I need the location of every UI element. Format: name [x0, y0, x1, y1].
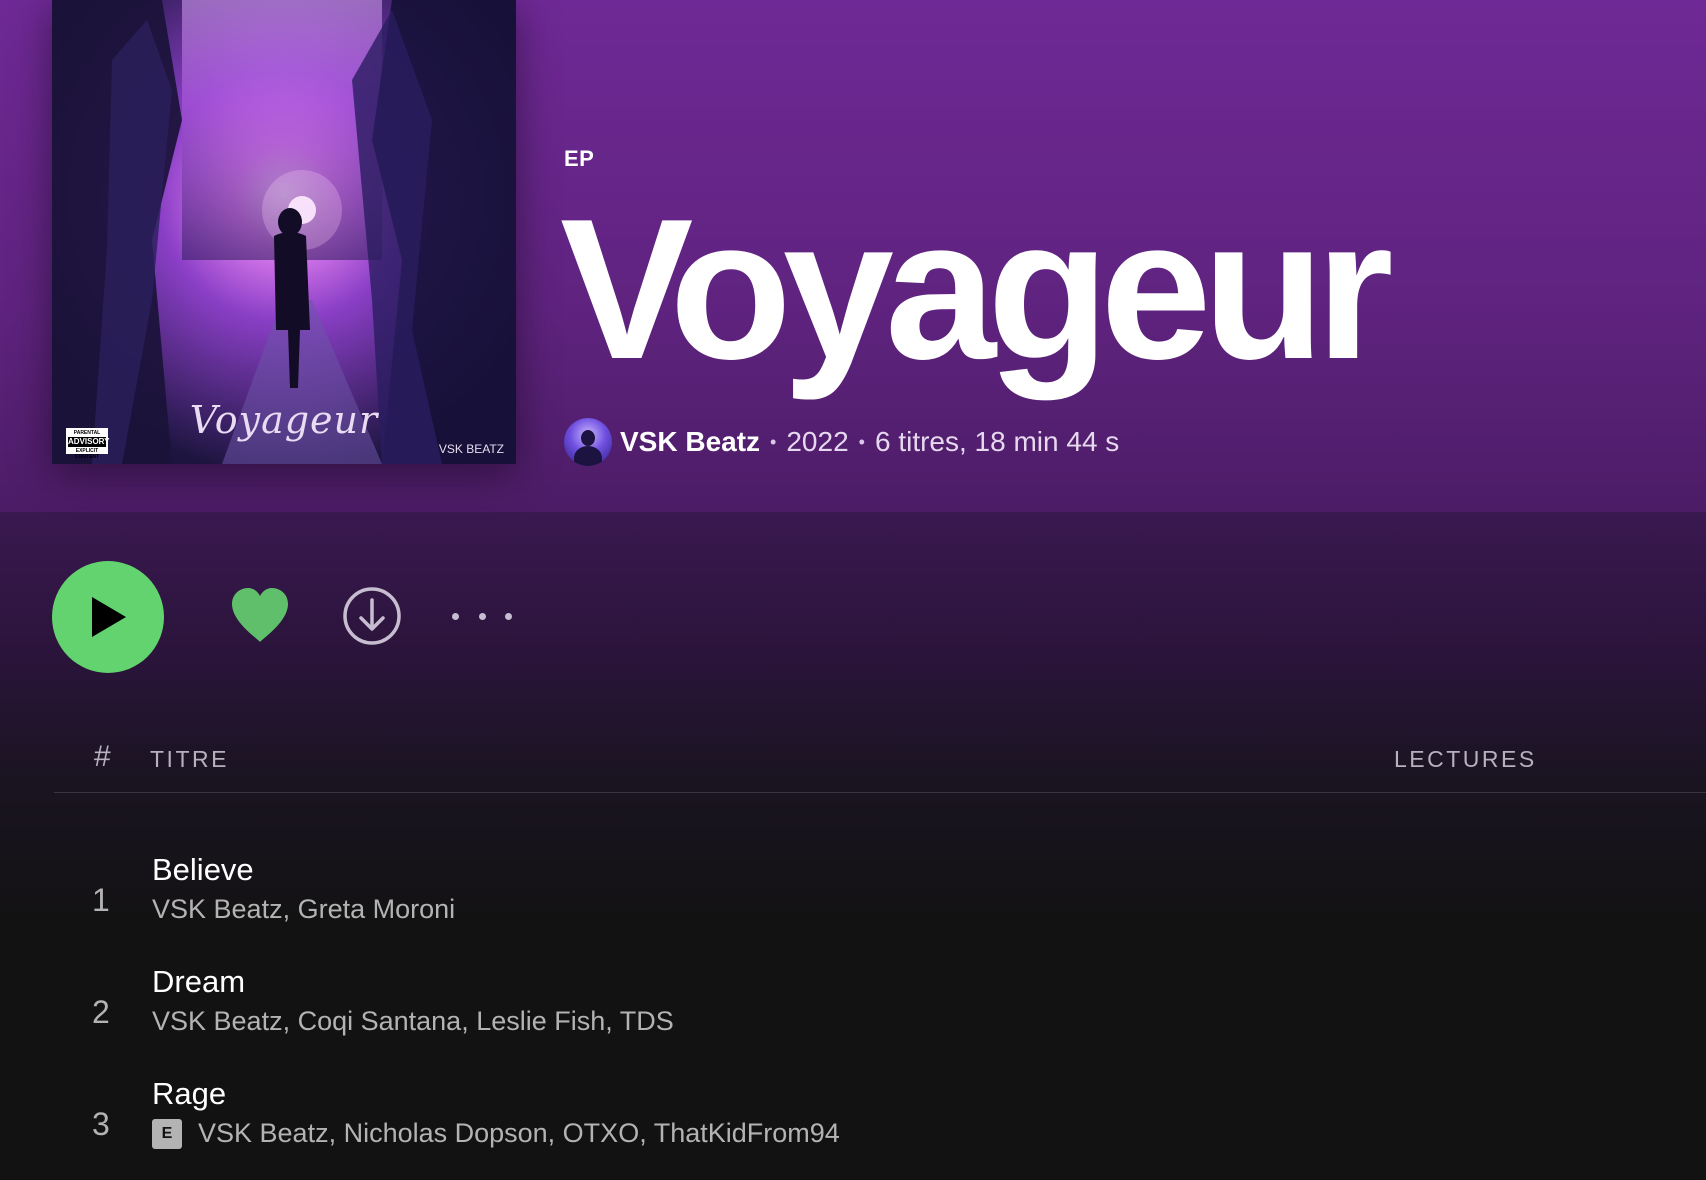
track-artists: VSK Beatz, Coqi Santana, Leslie Fish, TD… [152, 1006, 674, 1037]
track-row[interactable]: 2 Dream VSK Beatz, Coqi Santana, Leslie … [0, 964, 1706, 1064]
column-header-title: TITRE [150, 746, 229, 772]
track-number: 2 [92, 994, 110, 1030]
album-meta: VSK Beatz • 2022 • 6 titres, 18 min 44 s [564, 418, 1119, 466]
track-artists: E VSK Beatz, Nicholas Dopson, OTXO, That… [152, 1118, 840, 1149]
track-artists-text[interactable]: VSK Beatz, Coqi Santana, Leslie Fish, TD… [152, 1006, 674, 1037]
track-number: 3 [92, 1106, 110, 1142]
track-row[interactable]: 3 Rage E VSK Beatz, Nicholas Dopson, OTX… [0, 1076, 1706, 1176]
more-options-button[interactable] [452, 600, 512, 632]
more-icon-dot [478, 612, 486, 620]
artist-avatar[interactable] [564, 418, 612, 466]
artist-link[interactable]: VSK Beatz [620, 426, 760, 458]
meta-separator: • [858, 431, 865, 452]
parental-advisory-label: PARENTAL ADVISORY EXPLICIT CONTENT [66, 428, 110, 460]
album-year: 2022 [786, 426, 849, 457]
explicit-badge: E [152, 1118, 182, 1149]
download-icon [343, 587, 401, 645]
header-divider [54, 792, 1706, 793]
more-icon-dot [452, 612, 459, 620]
more-icon-dot [505, 612, 512, 620]
column-header-number: # [94, 740, 111, 773]
track-title[interactable]: Dream [152, 964, 245, 1000]
album-type-label: EP [564, 146, 595, 171]
avatar-head [581, 430, 595, 446]
cover-artist-text: VSK BEATZ [438, 442, 504, 456]
avatar-body [574, 446, 602, 466]
track-artists-text[interactable]: VSK Beatz, Greta Moroni [152, 894, 455, 925]
play-icon [92, 597, 126, 637]
advisory-mid-text: ADVISORY [68, 437, 110, 447]
album-cover-art [52, 0, 516, 464]
advisory-top-text: PARENTAL [73, 430, 101, 436]
advisory-bottom-text: EXPLICIT CONTENT [74, 448, 100, 460]
cover-title-text: Voyageur [189, 398, 379, 442]
play-button[interactable] [52, 561, 164, 673]
track-title[interactable]: Believe [152, 852, 254, 888]
track-artists: VSK Beatz, Greta Moroni [152, 894, 455, 925]
heart-icon [232, 588, 288, 642]
track-artists-text[interactable]: VSK Beatz, Nicholas Dopson, OTXO, ThatKi… [198, 1118, 840, 1149]
track-title[interactable]: Rage [152, 1076, 226, 1112]
album-cover[interactable]: Voyageur VSK BEATZ PARENTAL ADVISORY EXP… [52, 0, 516, 464]
track-number: 1 [92, 882, 110, 918]
like-button[interactable] [228, 584, 292, 648]
download-button[interactable] [340, 584, 404, 648]
meta-separator: • [770, 431, 777, 452]
track-row[interactable]: 1 Believe VSK Beatz, Greta Moroni [0, 852, 1706, 952]
album-summary: 6 titres, 18 min 44 s [874, 426, 1120, 457]
album-title: Voyageur [560, 178, 1394, 401]
column-header-plays: LECTURES [1394, 746, 1537, 772]
